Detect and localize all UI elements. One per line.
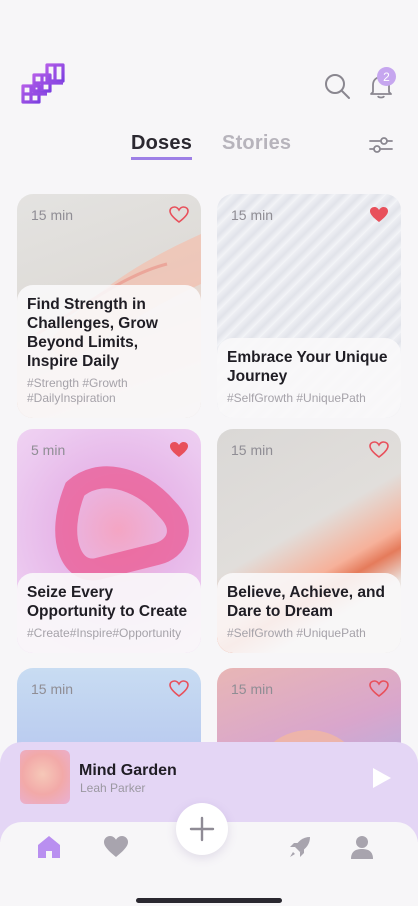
card-title: Find Strength in Challenges, Grow Beyond…	[27, 296, 158, 370]
tab-stories[interactable]: Stories	[222, 132, 291, 160]
notification-badge: 2	[377, 67, 396, 86]
card-tags: #Create#Inspire#Opportunity	[27, 626, 182, 640]
heart-filled-icon[interactable]	[369, 206, 389, 224]
add-button[interactable]	[176, 803, 228, 855]
duration-label: 15 min	[31, 207, 74, 223]
track-title: Mind Garden	[79, 762, 177, 779]
card-tags: #SelfGrowth #UniquePath	[227, 626, 366, 640]
home-indicator	[136, 898, 282, 903]
heart-outline-icon[interactable]	[169, 680, 189, 698]
tab-doses[interactable]: Doses	[131, 132, 193, 160]
filter-sliders-icon[interactable]	[368, 133, 394, 157]
app-logo-icon	[21, 63, 65, 104]
dose-card[interactable]: 15 min Believe, Achieve, and Dare to Dre…	[217, 429, 401, 653]
heart-filled-icon[interactable]	[169, 441, 189, 459]
dose-card[interactable]: 15 min Embrace Your Unique Journey #Self…	[217, 194, 401, 418]
play-icon[interactable]	[371, 766, 393, 790]
content-tabs: Doses Stories	[131, 132, 291, 160]
doses-grid: 15 min Find Strength in Challenges, Grow…	[17, 194, 401, 754]
duration-label: 15 min	[231, 207, 274, 223]
dose-card[interactable]: 15 min Find Strength in Challenges, Grow…	[17, 194, 201, 418]
card-info-panel: Seize Every Opportunity to Create #Creat…	[17, 573, 201, 653]
duration-label: 15 min	[31, 681, 74, 697]
card-title: Seize Every Opportunity to Create	[27, 584, 188, 620]
rocket-icon[interactable]	[287, 834, 313, 860]
card-info-panel: Find Strength in Challenges, Grow Beyond…	[17, 285, 201, 418]
heart-icon[interactable]	[103, 834, 129, 860]
track-artist: Leah Parker	[80, 781, 146, 795]
track-artwork	[20, 750, 70, 804]
search-icon[interactable]	[323, 72, 351, 100]
card-tags: #Strength #Growth #DailyInspiration	[27, 376, 128, 405]
dose-card[interactable]: 5 min Seize Every Opportunity to Create …	[17, 429, 201, 653]
heart-outline-icon[interactable]	[369, 680, 389, 698]
duration-label: 15 min	[231, 442, 274, 458]
card-title: Embrace Your Unique Journey	[227, 349, 388, 385]
profile-icon[interactable]	[349, 834, 375, 860]
plus-icon	[189, 816, 215, 842]
duration-label: 5 min	[31, 442, 66, 458]
card-info-panel: Believe, Achieve, and Dare to Dream #Sel…	[217, 573, 401, 653]
card-tags: #SelfGrowth #UniquePath	[227, 391, 366, 405]
card-info-panel: Embrace Your Unique Journey #SelfGrowth …	[217, 338, 401, 418]
heart-outline-icon[interactable]	[169, 206, 189, 224]
home-icon[interactable]	[36, 834, 62, 860]
card-title: Believe, Achieve, and Dare to Dream	[227, 584, 385, 620]
heart-outline-icon[interactable]	[369, 441, 389, 459]
duration-label: 15 min	[231, 681, 274, 697]
